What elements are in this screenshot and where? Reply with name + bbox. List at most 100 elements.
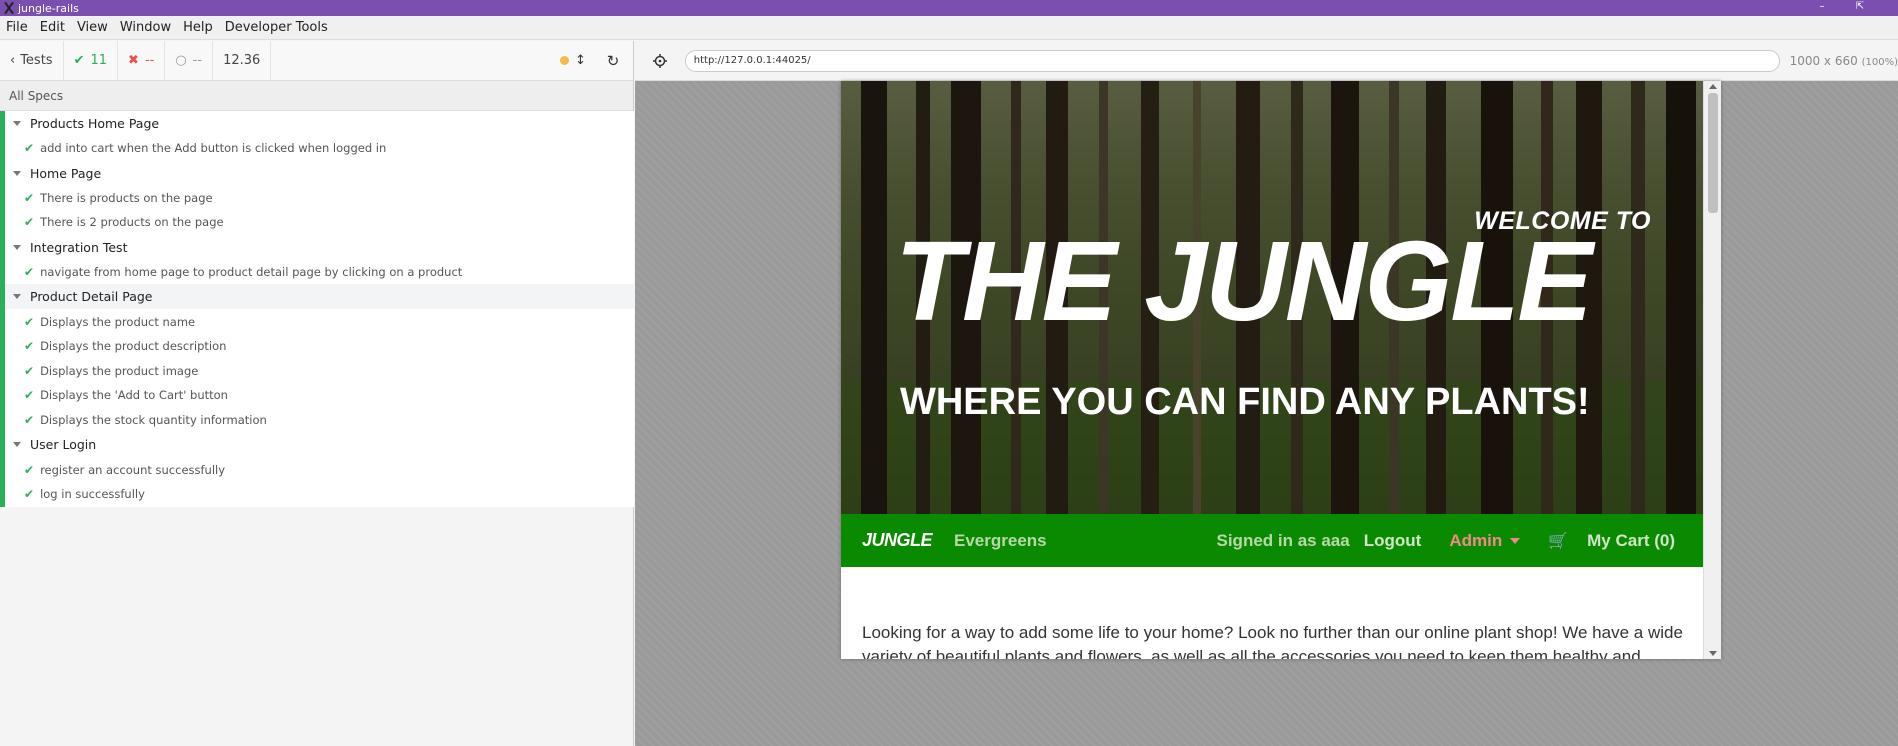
suite-integration-test[interactable]: Integration Test — [5, 235, 634, 260]
suite-title: User Login — [30, 437, 97, 453]
tests-back-button[interactable]: ‹ Tests — [0, 40, 64, 81]
rerun-button[interactable]: ↻ — [593, 41, 633, 81]
hero-banner: WELCOME TO THE JUNGLE WHERE YOU CAN FIND… — [841, 81, 1703, 514]
check-icon: ✔ — [24, 487, 35, 502]
brand-link[interactable]: JUNGLE — [862, 530, 933, 551]
suite-title: Home Page — [30, 165, 102, 181]
caret-down-icon — [1510, 537, 1521, 544]
caret-down-icon — [13, 294, 21, 300]
suite-title: Product Detail Page — [30, 289, 153, 305]
logout-link[interactable]: Logout — [1364, 531, 1422, 551]
test-item[interactable]: ✔ Displays the 'Add to Cart' button — [5, 383, 634, 408]
test-item[interactable]: ✔ log in successfully — [5, 482, 634, 507]
menu-view[interactable]: View — [77, 20, 108, 35]
auto-scroll-toggle[interactable]: ↕ — [553, 41, 593, 81]
suite-home-page[interactable]: Home Page — [5, 161, 634, 186]
iframe-scrollbar[interactable] — [1703, 81, 1721, 659]
check-icon: ✔ — [73, 53, 85, 68]
check-icon: ✔ — [24, 265, 35, 280]
admin-dropdown[interactable]: Admin — [1435, 531, 1521, 551]
menubar: File Edit View Window Help Developer Too… — [0, 16, 1898, 40]
refresh-icon: ↻ — [606, 51, 620, 70]
viewport-size: 1000 x 660 (100%) — [1790, 54, 1898, 68]
scroll-thumb[interactable] — [1708, 93, 1718, 213]
test-item[interactable]: ✔ There is 2 products on the page — [5, 210, 634, 235]
tests-label: Tests — [20, 53, 53, 68]
caret-down-icon — [13, 442, 21, 448]
cross-icon: ✖ — [128, 53, 139, 68]
check-icon: ✔ — [24, 141, 35, 156]
maximize-icon[interactable]: ⇱ — [1853, 0, 1867, 16]
check-icon: ✔ — [24, 190, 35, 205]
chevron-left-icon: ‹ — [10, 53, 16, 68]
arrows-vertical-icon: ↕ — [575, 53, 586, 68]
duration-value: 12.36 — [223, 53, 261, 68]
cart-label: My Cart (0) — [1587, 530, 1675, 550]
menu-edit[interactable]: Edit — [40, 20, 65, 35]
test-title: Displays the 'Add to Cart' button — [40, 388, 228, 403]
test-item[interactable]: ✔ Displays the product name — [5, 309, 634, 334]
test-reporter: ‹ Tests ✔ 11 ✖ -- ○ -- 12.36 ↕ ↻ All Spe… — [0, 40, 634, 746]
test-item[interactable]: ✔ Displays the product image — [5, 359, 634, 384]
test-title: Displays the product description — [40, 339, 227, 354]
app-iframe: WELCOME TO THE JUNGLE WHERE YOU CAN FIND… — [841, 81, 1721, 659]
suite-title: Products Home Page — [30, 116, 160, 131]
site-tagline: WHERE YOU CAN FIND ANY PLANTS! — [900, 381, 1590, 423]
check-icon: ✔ — [24, 339, 35, 354]
test-item[interactable]: ✔ Displays the product description — [5, 334, 634, 359]
test-item[interactable]: ✔ Displays the stock quantity informatio… — [5, 408, 634, 433]
url-text: http://127.0.0.1:44025/ — [693, 55, 811, 66]
viewport-dimensions: 1000 x 660 — [1789, 53, 1858, 68]
check-icon: ✔ — [24, 413, 35, 428]
pending-count[interactable]: ○ -- — [165, 40, 214, 81]
crosshair-icon — [652, 53, 667, 68]
suite-title: Integration Test — [30, 239, 128, 255]
cart-link[interactable]: 🛒 My Cart (0) — [1534, 531, 1675, 551]
check-icon: ✔ — [24, 462, 35, 477]
suite-product-detail-page[interactable]: Product Detail Page — [5, 284, 634, 310]
test-item[interactable]: ✔ navigate from home page to product det… — [5, 260, 634, 285]
test-title: Displays the stock quantity information — [40, 413, 267, 428]
intro-paragraph: Looking for a way to add some life to yo… — [862, 623, 1683, 659]
menu-help[interactable]: Help — [183, 20, 213, 35]
caret-down-icon — [13, 170, 21, 176]
app-icon — [3, 2, 15, 14]
nav-evergreens[interactable]: Evergreens — [954, 531, 1047, 551]
window-title: jungle-rails — [18, 1, 79, 15]
passed-count[interactable]: ✔ 11 — [64, 40, 119, 81]
test-title: add into cart when the Add button is cli… — [40, 141, 387, 156]
viewport-scale: (100%) — [1861, 56, 1898, 68]
caret-down-icon — [13, 121, 21, 126]
suite-products-home-page[interactable]: Products Home Page — [5, 111, 634, 136]
test-item[interactable]: ✔ register an account successfully — [5, 457, 634, 482]
check-icon: ✔ — [24, 363, 35, 378]
test-item[interactable]: ✔ add into cart when the Add button is c… — [5, 136, 634, 161]
suite-user-login[interactable]: User Login — [5, 432, 634, 457]
url-bar[interactable]: http://127.0.0.1:44025/ — [684, 49, 1780, 72]
scroll-up-icon[interactable] — [1709, 84, 1717, 89]
test-title: There is products on the page — [40, 190, 213, 205]
selector-playground-button[interactable] — [635, 41, 685, 81]
failed-value: -- — [144, 53, 155, 68]
menu-developer-tools[interactable]: Developer Tools — [225, 20, 328, 35]
runnables-list: Products Home Page ✔ add into cart when … — [0, 111, 634, 507]
test-title: log in successfully — [40, 487, 145, 502]
window-titlebar: jungle-rails – ⇱ — [0, 0, 1898, 16]
aut-header: http://127.0.0.1:44025/ 1000 x 660 (100%… — [635, 41, 1898, 81]
shopping-cart-icon: 🛒 — [1548, 532, 1569, 550]
duration: 12.36 — [213, 40, 272, 81]
test-title: navigate from home page to product detai… — [40, 265, 463, 280]
scroll-down-icon[interactable] — [1709, 651, 1717, 656]
signed-in-status: Signed in as aaa — [1216, 530, 1350, 550]
test-item[interactable]: ✔ There is products on the page — [5, 186, 634, 211]
caret-down-icon — [13, 244, 21, 250]
test-title: Displays the product image — [40, 363, 199, 378]
pending-value: -- — [192, 53, 203, 68]
failed-count[interactable]: ✖ -- — [118, 40, 166, 81]
all-specs-label: All Specs — [0, 81, 633, 111]
menu-window[interactable]: Window — [120, 20, 171, 35]
minimize-icon[interactable]: – — [1815, 0, 1829, 16]
menu-file[interactable]: File — [6, 20, 28, 35]
reporter-header: ‹ Tests ✔ 11 ✖ -- ○ -- 12.36 ↕ ↻ — [0, 40, 633, 81]
test-title: Displays the product name — [40, 314, 196, 329]
